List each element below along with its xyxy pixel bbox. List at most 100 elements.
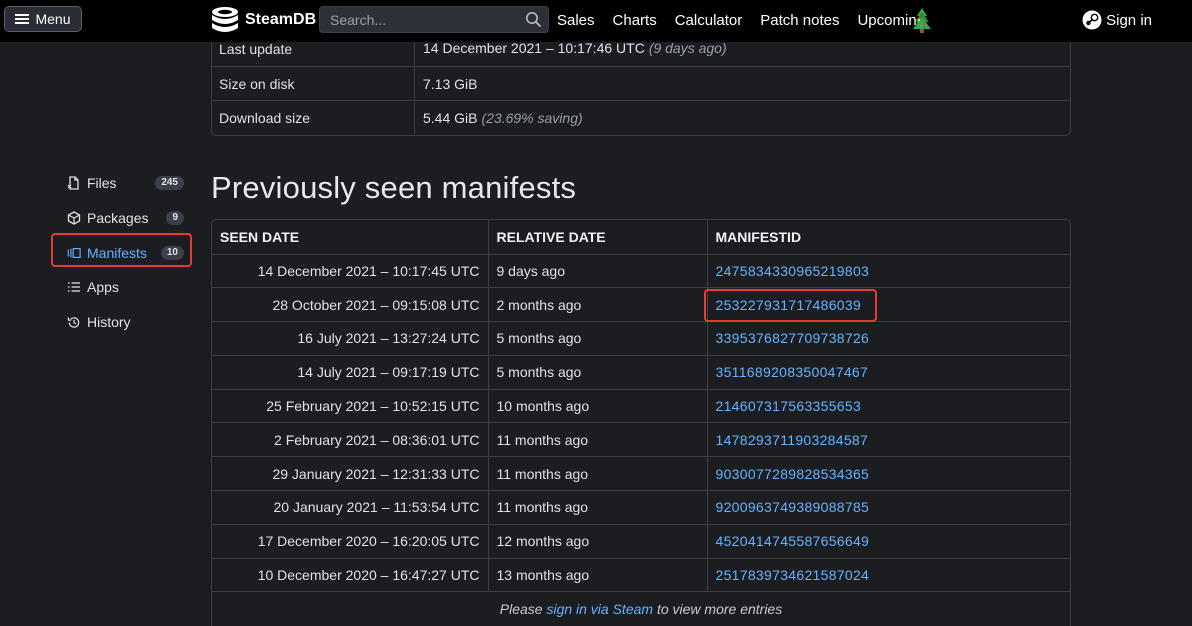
prompt-text-before: Please (499, 601, 543, 618)
seen-date-cell: 2 February 2021 – 08:36:01 UTC (212, 422, 489, 457)
main-nav: Sales Charts Calculator Patch notes Upco… (557, 0, 925, 40)
info-label: Last update (219, 41, 293, 57)
search-icon[interactable] (525, 11, 542, 28)
manifest-id-link[interactable]: 1478293711903284587 (716, 432, 869, 448)
table-row: 29 January 2021 – 12:31:33 UTC 11 months… (212, 456, 1070, 491)
manifest-id-link[interactable]: 2475834330965219803 (716, 263, 870, 279)
nav-calculator[interactable]: Calculator (675, 12, 743, 29)
table-row: 28 October 2021 – 09:15:08 UTC 2 months … (212, 287, 1070, 322)
sign-in-via-steam-link[interactable]: sign in via Steam (546, 601, 653, 617)
manifest-id-link[interactable]: 9030077289828534365 (716, 466, 870, 482)
table-row: 20 January 2021 – 11:53:54 UTC 11 months… (212, 490, 1070, 525)
sidebar-item-label: Packages (87, 209, 149, 226)
relative-date-cell: 5 months ago (488, 321, 708, 356)
info-row-size-on-disk: Size on disk 7.13 GiB (212, 66, 1070, 100)
manifest-id-link[interactable]: 9200963749389088785 (716, 499, 870, 515)
sidebar-item-label: Files (87, 175, 117, 191)
menu-label: Menu (35, 11, 71, 27)
column-header-seen-date[interactable]: SEEN DATE (212, 220, 489, 255)
sidebar-item-history[interactable]: History (60, 307, 190, 337)
sidebar-item-manifests[interactable]: Manifests 10 (60, 238, 190, 268)
steamdb-logo[interactable]: SteamDB (210, 6, 316, 34)
sidebar-item-label: Manifests (87, 244, 147, 261)
manifests-grid: SEEN DATE RELATIVE DATE MANIFESTID 14 De… (212, 220, 1070, 626)
manifests-table: SEEN DATE RELATIVE DATE MANIFESTID 14 De… (211, 219, 1071, 626)
seen-date-cell: 10 December 2020 – 16:47:27 UTC (212, 557, 489, 592)
relative-date-cell: 11 months ago (488, 456, 708, 491)
steamdb-logo-icon (212, 7, 238, 32)
sidebar-item-files[interactable]: Files 245 (60, 168, 190, 198)
nav-charts[interactable]: Charts (613, 12, 657, 29)
table-row: 16 July 2021 – 13:27:24 UTC 5 months ago… (212, 321, 1070, 356)
column-header-manifestid[interactable]: MANIFESTID (707, 220, 1070, 255)
manifest-id-link[interactable]: 4520414745587656649 (716, 533, 870, 549)
seen-date-cell: 14 July 2021 – 09:17:19 UTC (212, 354, 489, 390)
manifest-id-link[interactable]: 253227931717486039 (716, 297, 862, 313)
relative-date-cell: 11 months ago (488, 422, 708, 457)
page-title: Previously seen manifests (211, 170, 577, 205)
info-label: Size on disk (219, 75, 295, 92)
seen-date-cell: 29 January 2021 – 12:31:33 UTC (212, 456, 489, 491)
info-label: Download size (219, 109, 311, 126)
table-row: 14 December 2021 – 10:17:45 UTC 9 days a… (212, 254, 1070, 288)
search-input[interactable] (328, 10, 522, 29)
search-box[interactable] (319, 6, 549, 33)
relative-date-cell: 11 months ago (488, 490, 708, 525)
files-count-badge: 245 (155, 176, 184, 190)
prompt-text-after: to view more entries (656, 601, 783, 618)
sidebar-item-label: History (87, 314, 131, 331)
seen-date-cell: 28 October 2021 – 09:15:08 UTC (212, 287, 489, 322)
depot-info-table: Last update 14 December 2021 – 10:17:46 … (211, 30, 1071, 136)
seen-date-cell: 25 February 2021 – 10:52:15 UTC (212, 388, 489, 423)
seen-date-cell: 20 January 2021 – 11:53:54 UTC (212, 490, 489, 525)
sidebar-item-apps[interactable]: Apps (60, 272, 190, 302)
seen-date-cell: 16 July 2021 – 13:27:24 UTC (212, 321, 489, 356)
last-update-note: (9 days ago) (648, 40, 727, 56)
hamburger-icon (15, 14, 30, 24)
info-value: 7.13 GiB (414, 67, 1073, 100)
relative-date-cell: 9 days ago (488, 254, 708, 288)
relative-date-cell: 10 months ago (488, 388, 708, 423)
sidebar-item-packages[interactable]: Packages 9 (60, 203, 190, 233)
download-size-note: (23.69% saving) (481, 109, 583, 126)
relative-date-cell: 12 months ago (488, 523, 708, 559)
table-row: 14 July 2021 – 09:17:19 UTC 5 months ago… (212, 354, 1070, 390)
relative-date-cell: 13 months ago (488, 557, 708, 592)
manifests-count-badge: 10 (160, 245, 184, 260)
last-update-value: 14 December 2021 – 10:17:46 UTC (423, 40, 645, 56)
sign-in-button[interactable]: Sign in (1082, 10, 1152, 30)
logo-text: SteamDB (245, 11, 317, 28)
manifest-id-link[interactable]: 3395376827709738726 (716, 330, 870, 346)
manifest-id-link[interactable]: 3511689208350047467 (716, 364, 869, 380)
download-size-value: 5.44 GiB (423, 109, 478, 126)
nav-patch-notes[interactable]: Patch notes (760, 12, 839, 29)
relative-date-cell: 5 months ago (488, 354, 708, 390)
top-navigation-bar: Menu SteamDB Sales Charts Calculator Pat… (0, 0, 1192, 42)
nav-sales[interactable]: Sales (557, 12, 595, 29)
manifest-id-link[interactable]: 2517839734621587024 (716, 567, 870, 583)
relative-date-cell: 2 months ago (488, 287, 708, 322)
table-header-row: SEEN DATE RELATIVE DATE MANIFESTID (212, 220, 1070, 255)
list-icon (67, 280, 81, 294)
info-value: 5.44 GiB (23.69% saving) (414, 101, 1073, 134)
info-row-download-size: Download size 5.44 GiB (23.69% saving) (212, 100, 1070, 134)
sidebar-item-label: Apps (87, 279, 119, 296)
history-icon (67, 315, 81, 329)
files-icon (67, 176, 81, 190)
table-row: 10 December 2020 – 16:47:27 UTC 13 month… (212, 557, 1070, 592)
table-row: 25 February 2021 – 10:52:15 UTC 10 month… (212, 388, 1070, 423)
packages-count-badge: 9 (166, 210, 184, 225)
menu-button[interactable]: Menu (4, 6, 82, 32)
column-header-relative-date[interactable]: RELATIVE DATE (488, 220, 708, 255)
seen-date-cell: 14 December 2021 – 10:17:45 UTC (212, 254, 489, 288)
steam-icon (1082, 10, 1102, 30)
manifest-id-link[interactable]: 214607317563355653 (716, 398, 862, 414)
table-row: 17 December 2020 – 16:20:05 UTC 12 month… (212, 523, 1070, 559)
manifests-icon (67, 246, 81, 260)
seen-date-cell: 17 December 2020 – 16:20:05 UTC (212, 523, 489, 559)
christmas-tree-icon (913, 8, 931, 33)
table-footer-row: Please sign in via Steam to view more en… (212, 591, 1070, 626)
package-icon (67, 211, 81, 225)
size-on-disk-value: 7.13 GiB (423, 75, 478, 92)
table-row: 2 February 2021 – 08:36:01 UTC 11 months… (212, 422, 1070, 457)
